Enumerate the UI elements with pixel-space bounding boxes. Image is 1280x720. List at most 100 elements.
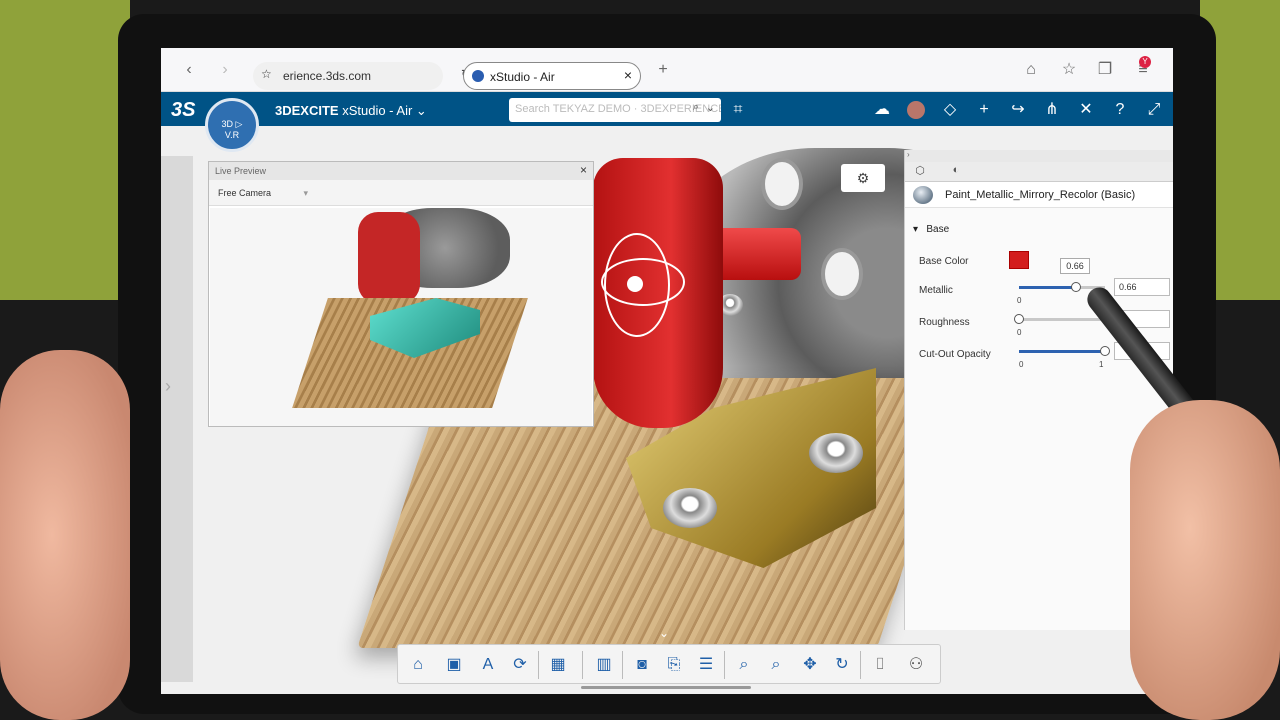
snapshot-icon[interactable]: ⌷ xyxy=(868,653,892,677)
base-color-label: Base Color xyxy=(919,256,969,267)
left-hand xyxy=(0,350,130,720)
roughness-slider[interactable] xyxy=(1014,314,1105,324)
close-tab-icon[interactable]: × xyxy=(624,67,632,83)
dropdown-arrow-icon[interactable]: ▾ xyxy=(304,188,309,198)
background-wall-left xyxy=(0,0,130,300)
live-preview-render xyxy=(210,208,592,426)
share-icon[interactable]: ↪ xyxy=(1007,99,1029,121)
new-tab-icon[interactable]: + xyxy=(653,60,673,80)
tools-icon[interactable]: ✕ xyxy=(1075,99,1097,121)
favorites-icon[interactable]: ☆ xyxy=(1059,60,1079,80)
camera-settings-icon[interactable]: ⚙ xyxy=(841,164,885,192)
toolbar-separator xyxy=(860,651,861,679)
rotate-icon[interactable]: ↻ xyxy=(830,653,854,677)
add-icon[interactable]: + xyxy=(973,99,995,121)
fullscreen-icon[interactable]: ⤢ xyxy=(1143,99,1165,121)
back-icon[interactable]: ‹ xyxy=(179,60,199,80)
collapse-icon[interactable]: ▾ xyxy=(913,224,918,235)
address-bar[interactable]: ☆ erience.3ds.com ↻ xyxy=(253,62,471,90)
tabs-icon[interactable]: ❐ xyxy=(1095,60,1115,80)
live-preview-window[interactable]: Live Preview × Free Camera ▾ xyxy=(208,161,594,427)
left-side-panel[interactable] xyxy=(161,156,193,682)
cloud-icon[interactable]: ☁ xyxy=(871,99,893,121)
bottom-toolbar: ⌂ ▣ A ⟳ ▦ ▥ ◙ ⎘ ☰ ⌕ ⌕ ✥ ↻ ⌷ ⚇ xyxy=(397,644,941,684)
forward-icon[interactable]: › xyxy=(215,60,235,80)
toolbar-separator xyxy=(622,651,623,679)
compass-widget[interactable]: 3D ▷ V.R xyxy=(205,98,259,152)
metallic-input[interactable]: 0.66 xyxy=(1114,278,1170,296)
star-icon[interactable]: ☆ xyxy=(261,67,272,81)
toolbar-separator xyxy=(582,651,583,679)
close-preview-icon[interactable]: × xyxy=(580,163,587,177)
expand-down-icon[interactable]: ⌄ xyxy=(659,626,669,640)
zoom-icon[interactable]: ⌕ xyxy=(764,653,788,677)
live-preview-title: Live Preview xyxy=(215,166,267,176)
save-icon[interactable]: ▣ xyxy=(442,653,466,677)
cutout-slider[interactable] xyxy=(1019,346,1110,356)
move-icon[interactable]: ✥ xyxy=(798,653,822,677)
browser-home-icon[interactable]: ⌂ xyxy=(1021,60,1041,80)
camera-select-value: Free Camera xyxy=(218,188,272,198)
expand-left-icon[interactable]: › xyxy=(165,376,171,397)
material-sphere-icon xyxy=(913,186,933,204)
home-icon[interactable]: ⌂ xyxy=(406,653,430,677)
search-input[interactable]: Search TEKYAZ DEMO · 3DEXPERIENCE ⌕ ⌄ xyxy=(509,98,721,122)
help-icon[interactable]: ? xyxy=(1109,99,1131,121)
profile-badge: Y xyxy=(1139,56,1151,68)
list-icon[interactable]: ☰ xyxy=(694,653,718,677)
brand-name: 3DEXCITE xyxy=(275,103,339,118)
network-icon[interactable]: ⋔ xyxy=(1041,99,1063,121)
material-header[interactable]: Paint_Metallic_Mirrory_Recolor (Basic) xyxy=(905,182,1173,208)
screw-model[interactable] xyxy=(663,488,717,528)
compass-sub: V.R xyxy=(224,130,240,140)
browser-toolbar: ‹ › ☆ erience.3ds.com ↻ xStudio - Air × … xyxy=(161,48,1173,92)
render-icon[interactable]: ◙ xyxy=(630,653,654,677)
cube-tab-icon[interactable]: ⬡ xyxy=(909,164,931,180)
cutout-label: Cut-Out Opacity xyxy=(919,349,991,360)
text-style-icon[interactable]: A xyxy=(476,653,500,677)
refresh-icon[interactable]: ⟳ xyxy=(508,653,532,677)
metallic-label: Metallic xyxy=(919,285,953,296)
compass-label: 3D xyxy=(221,119,234,129)
vr-icon[interactable]: ⚇ xyxy=(904,653,928,677)
roughness-slider-knob[interactable] xyxy=(1014,314,1024,324)
photo-frame: ‹ › ☆ erience.3ds.com ↻ xStudio - Air × … xyxy=(0,0,1280,720)
material-name: Paint_Metallic_Mirrory_Recolor (Basic) xyxy=(945,189,1136,201)
app-title[interactable]: 3DEXCITE xStudio - Air ⌄ xyxy=(275,103,427,119)
home-indicator xyxy=(581,686,751,689)
cutout-max: 1 xyxy=(1099,360,1104,369)
zoom-fit-icon[interactable]: ⌕ xyxy=(732,653,756,677)
search-icon[interactable]: ⌕ xyxy=(693,101,699,114)
camera-select[interactable]: Free Camera ▾ xyxy=(209,180,593,206)
search-dropdown-icon[interactable]: ⌄ xyxy=(706,101,715,114)
right-hand xyxy=(1130,400,1280,720)
collapse-panel-icon[interactable]: › xyxy=(905,150,1173,162)
section-base[interactable]: ▾ Base xyxy=(913,224,949,235)
metallic-slider-knob[interactable] xyxy=(1070,282,1081,292)
picture-icon[interactable]: ▥ xyxy=(592,653,616,677)
roughness-min: 0 xyxy=(1017,328,1022,337)
metallic-tooltip: 0.66 xyxy=(1060,258,1090,274)
chevron-down-icon[interactable]: ⌄ xyxy=(416,103,427,118)
manipulator-handle[interactable] xyxy=(627,276,643,292)
screw-model[interactable] xyxy=(809,433,863,473)
manipulator-ring[interactable] xyxy=(601,258,685,306)
tag-icon[interactable]: ⌗ xyxy=(727,99,749,121)
tablet-screen: ‹ › ☆ erience.3ds.com ↻ xStudio - Air × … xyxy=(161,48,1173,694)
base-color-swatch[interactable] xyxy=(1009,251,1029,269)
cutout-min: 0 xyxy=(1019,360,1024,369)
camera-switch-icon[interactable]: ⎘ xyxy=(662,653,686,677)
play-icon[interactable]: ▷ xyxy=(236,119,243,129)
url-text: erience.3ds.com xyxy=(283,69,372,83)
browser-tab[interactable]: xStudio - Air × xyxy=(463,62,641,90)
tag-share-icon[interactable]: ◇ xyxy=(939,99,961,121)
ds-logo-icon[interactable]: 3S xyxy=(171,99,195,122)
tab-title: xStudio - Air xyxy=(490,70,555,84)
material-tab-icon[interactable]: ◐ xyxy=(945,164,967,180)
cutout-slider-fill xyxy=(1019,350,1105,353)
avatar[interactable] xyxy=(905,99,927,121)
image-icon[interactable]: ▦ xyxy=(546,653,570,677)
cutout-slider-knob[interactable] xyxy=(1100,346,1110,356)
cylinder-hole xyxy=(761,158,803,210)
preview-red-part xyxy=(358,212,420,304)
